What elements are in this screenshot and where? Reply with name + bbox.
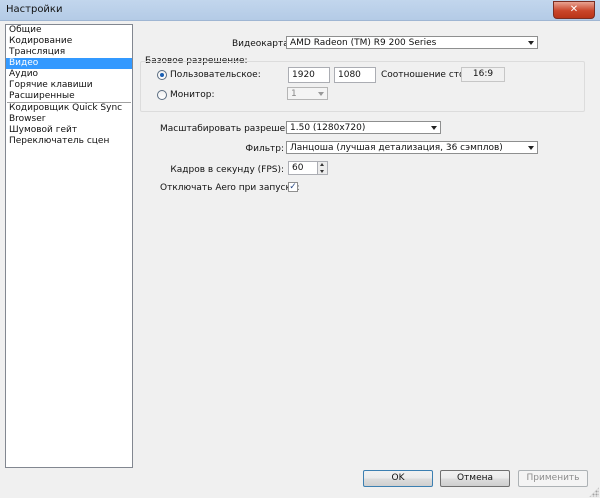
chevron-down-icon xyxy=(431,126,437,130)
monitor-select[interactable]: 1 xyxy=(287,87,328,100)
close-button[interactable]: ✕ xyxy=(553,1,595,19)
sidebar-item[interactable]: Аудио xyxy=(6,69,132,80)
title-bar: Настройки ✕ xyxy=(0,0,600,21)
monitor-label: Монитор: xyxy=(170,90,215,100)
disable-aero-label: Отключать Aero при запуске: xyxy=(160,183,300,193)
sidebar-item[interactable]: Горячие клавиши xyxy=(6,80,132,91)
sidebar-item[interactable]: Кодирование xyxy=(6,36,132,47)
sidebar-plugin-item[interactable]: Шумовой гейт xyxy=(6,125,132,136)
custom-resolution-label: Пользовательское: xyxy=(170,70,261,80)
settings-category-list[interactable]: Общие Кодирование Трансляция Видео Аудио Горя… xyxy=(5,24,133,468)
disable-aero-checkbox[interactable]: ✓ xyxy=(288,182,298,192)
custom-resolution-radio[interactable] xyxy=(157,70,167,80)
chevron-down-icon xyxy=(528,146,534,150)
monitor-select-value: 1 xyxy=(291,89,297,99)
adapter-select-value: AMD Radeon (TM) R9 200 Series xyxy=(290,38,437,48)
filter-label: Фильтр: xyxy=(245,144,284,154)
sidebar-plugin-item[interactable]: Переключатель сцен xyxy=(6,136,132,147)
spin-up-icon[interactable] xyxy=(320,163,324,166)
sidebar-item[interactable]: Общие xyxy=(6,25,132,36)
monitor-radio[interactable] xyxy=(157,90,167,100)
chevron-down-icon xyxy=(318,92,324,96)
check-icon: ✓ xyxy=(289,182,297,192)
adapter-select[interactable]: AMD Radeon (TM) R9 200 Series xyxy=(286,36,538,49)
fps-spinner[interactable]: 60 xyxy=(288,161,328,175)
fps-label: Кадров в секунду (FPS): xyxy=(170,165,284,175)
height-input[interactable]: 1080 xyxy=(334,67,376,83)
cancel-button[interactable]: Отмена xyxy=(440,470,510,487)
apply-button[interactable]: Применить xyxy=(518,470,588,487)
adapter-label: Видеокарта: xyxy=(232,39,292,49)
sidebar-item[interactable]: Расширенные xyxy=(6,91,132,102)
scale-resolution-value: 1.50 (1280x720) xyxy=(290,123,366,133)
scale-resolution-label: Масштабировать разрешение: xyxy=(160,124,306,134)
width-input[interactable]: 1920 xyxy=(288,67,330,83)
sidebar-plugin-item[interactable]: Browser xyxy=(6,114,132,125)
sidebar-item[interactable]: Видео xyxy=(6,58,132,69)
chevron-down-icon xyxy=(528,41,534,45)
window-title: Настройки xyxy=(6,4,63,15)
ok-button[interactable]: OK xyxy=(363,470,433,487)
scale-resolution-select[interactable]: 1.50 (1280x720) xyxy=(286,121,441,134)
fps-value: 60 xyxy=(292,163,304,173)
fps-spinner-buttons[interactable] xyxy=(317,162,327,174)
aspect-ratio-value: 16:9 xyxy=(461,67,505,82)
close-icon: ✕ xyxy=(569,4,579,15)
sidebar-plugin-item[interactable]: Кодировщик Quick Sync xyxy=(6,103,132,114)
filter-select-value: Ланцоша (лучшая детализация, 36 сэмплов) xyxy=(290,143,503,153)
spin-down-icon[interactable] xyxy=(320,170,324,173)
filter-select[interactable]: Ланцоша (лучшая детализация, 36 сэмплов) xyxy=(286,141,538,154)
sidebar-item[interactable]: Трансляция xyxy=(6,47,132,58)
